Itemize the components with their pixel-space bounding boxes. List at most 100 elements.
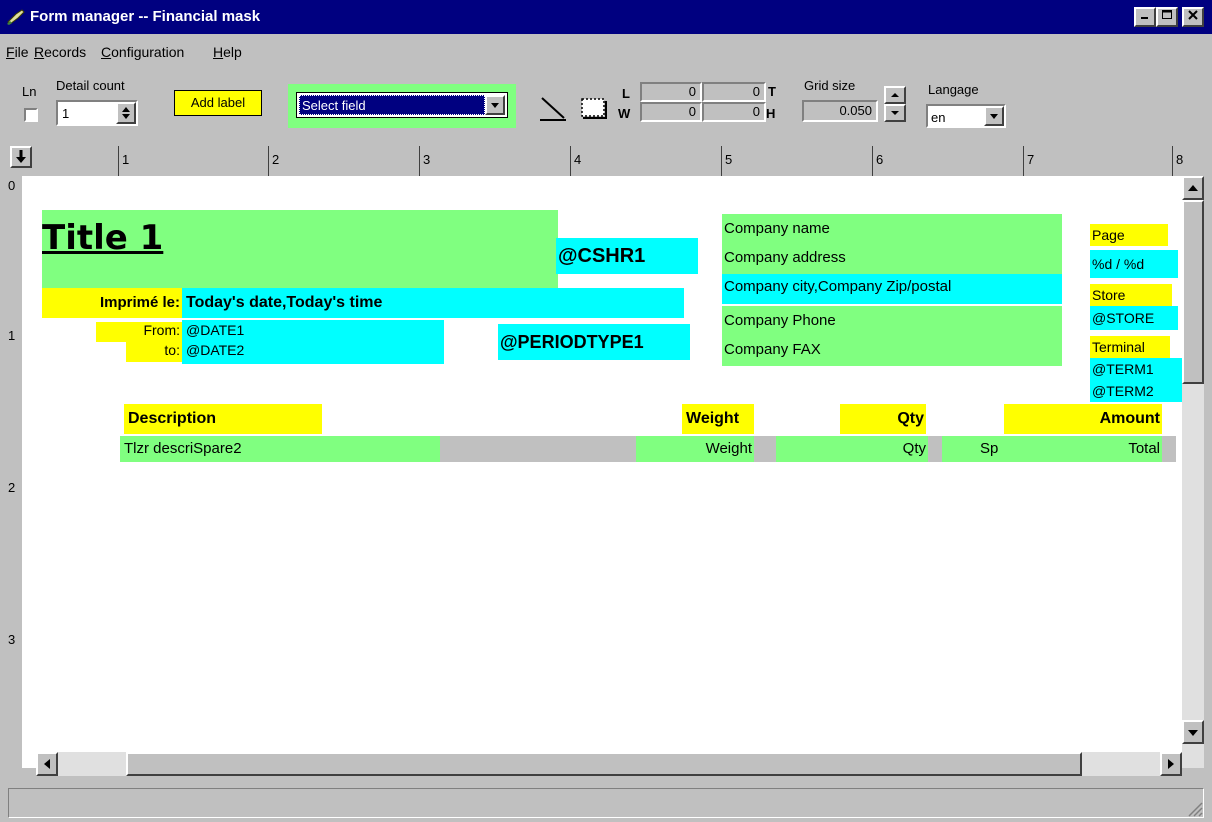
spin-arrows-icon — [122, 107, 130, 119]
to-label[interactable]: to: — [126, 342, 184, 362]
grid-size-down-button[interactable] — [884, 104, 906, 122]
line-tool-button[interactable] — [538, 94, 570, 122]
periodtype-field[interactable]: @PERIODTYPE1 — [498, 324, 690, 360]
ruler-corner-button[interactable] — [10, 146, 32, 168]
store-label[interactable]: Store — [1090, 284, 1172, 306]
printed-value-field[interactable]: Today's date,Today's time — [182, 288, 684, 318]
term1-field[interactable]: @TERM1 — [1090, 358, 1182, 380]
grid-size-up-button[interactable] — [884, 86, 906, 104]
arrow-up-icon — [891, 93, 899, 97]
menu-help[interactable]: Help — [213, 44, 242, 60]
minimize-button[interactable] — [1134, 7, 1156, 27]
menu-file[interactable]: File — [6, 44, 29, 60]
ruler-mark: 1 — [122, 152, 130, 167]
page-label[interactable]: Page — [1090, 224, 1168, 246]
detail-count-label: Detail count — [56, 78, 125, 93]
printed-label[interactable]: Imprimé le: — [42, 288, 184, 318]
ruler-tick — [419, 146, 420, 176]
row-qty-field[interactable]: Qty — [776, 436, 928, 462]
company-name: Company name — [724, 220, 830, 237]
minimize-icon — [1141, 17, 1148, 19]
grid-size-label: Grid size — [804, 78, 856, 93]
h-label: H — [766, 106, 776, 121]
l-label: L — [622, 86, 630, 101]
maximize-button[interactable] — [1156, 7, 1178, 27]
row-weight-field[interactable]: Weight — [636, 436, 754, 462]
select-field-dropdown[interactable]: Select field — [296, 92, 508, 118]
ruler-tick — [570, 146, 571, 176]
select-field-value: Select field — [299, 95, 485, 115]
ruler-tick — [268, 146, 269, 176]
add-label-button-text: Add label — [190, 95, 246, 110]
menu-configuration[interactable]: Configuration — [101, 44, 184, 60]
row-description-field[interactable]: Tlzr descriSpare2 — [120, 436, 440, 462]
add-label-button[interactable]: Add label — [174, 90, 262, 116]
toolbar: Ln Detail count 1 Add label Select field… — [0, 70, 1212, 146]
menu-help-key: H — [213, 44, 224, 60]
page-value-field[interactable]: %d / %d — [1090, 250, 1178, 278]
menu-bar: File Records Configuration Help — [0, 34, 1212, 70]
scroll-up-button[interactable] — [1182, 176, 1204, 200]
language-dropdown[interactable]: en — [926, 104, 1006, 128]
date-fields[interactable]: @DATE1 @DATE2 — [182, 320, 444, 364]
qty-header[interactable]: Qty — [840, 404, 926, 434]
grid-size-field[interactable]: 0.050 — [802, 100, 878, 122]
company-name-address-field[interactable]: Company name Company address — [722, 214, 1062, 276]
title-field[interactable]: Title 1 — [42, 210, 558, 288]
vertical-ruler: 0 1 2 3 — [8, 176, 22, 788]
weight-header[interactable]: Weight — [682, 404, 754, 434]
amount-header[interactable]: Amount — [1004, 404, 1162, 434]
grid-size-value: 0.050 — [839, 103, 872, 118]
close-button[interactable] — [1182, 7, 1204, 27]
detail-count-spin-button[interactable] — [116, 102, 136, 124]
title-text: Title 1 — [42, 218, 164, 258]
terminal-label[interactable]: Terminal — [1090, 336, 1170, 358]
l-field[interactable]: 0 — [640, 82, 702, 102]
scroll-down-button[interactable] — [1182, 720, 1204, 744]
ruler-mark: 5 — [725, 152, 733, 167]
line-tool-icon — [540, 97, 566, 121]
title-bar: Form manager -- Financial mask — [0, 0, 1212, 34]
detail-count-spinner[interactable]: 1 — [56, 100, 138, 126]
menu-file-label: ile — [14, 44, 29, 60]
w-value: 0 — [688, 104, 696, 119]
cshr-field[interactable]: @CSHR1 — [556, 238, 698, 274]
description-header[interactable]: Description — [124, 404, 322, 434]
menu-records-label: ecords — [44, 44, 87, 60]
row-sp-field[interactable]: Sp — [942, 436, 1032, 462]
box-tool-icon — [581, 98, 607, 119]
ruler-mark: 1 — [8, 328, 16, 343]
row-total-field[interactable]: Total — [1030, 436, 1162, 462]
company-city-field[interactable]: Company city,Company Zip/postal — [722, 274, 1062, 304]
ln-checkbox[interactable] — [24, 108, 38, 122]
w-field[interactable]: 0 — [640, 102, 702, 122]
ruler-mark: 3 — [8, 632, 16, 647]
term2-field[interactable]: @TERM2 — [1090, 380, 1182, 402]
ruler-tick — [1023, 146, 1024, 176]
language-dropdown-arrow[interactable] — [984, 106, 1004, 126]
scroll-right-button[interactable] — [1160, 752, 1182, 776]
ruler-tick — [872, 146, 873, 176]
horizontal-scroll-thumb[interactable] — [126, 752, 1082, 776]
window-title: Form manager -- Financial mask — [30, 8, 261, 25]
menu-records-key: R — [34, 44, 45, 60]
arrow-down-icon — [16, 150, 26, 163]
ruler-mark: 2 — [272, 152, 280, 167]
select-field-arrow[interactable] — [485, 95, 505, 115]
h-field[interactable]: 0 — [702, 102, 766, 122]
company-phone-fax-field[interactable]: Company Phone Company FAX — [722, 306, 1062, 366]
chevron-down-icon — [491, 103, 499, 108]
horizontal-scrollbar[interactable] — [36, 752, 1182, 776]
menu-records[interactable]: Records — [34, 44, 86, 60]
ruler-mark: 6 — [876, 152, 884, 167]
t-label: T — [768, 84, 776, 99]
vertical-scroll-thumb[interactable] — [1182, 200, 1204, 384]
store-value-field[interactable]: @STORE — [1090, 306, 1178, 330]
vertical-scrollbar[interactable] — [1182, 176, 1204, 768]
box-tool-button[interactable] — [578, 94, 608, 122]
t-field[interactable]: 0 — [702, 82, 766, 102]
ruler-mark: 7 — [1027, 152, 1035, 167]
form-canvas[interactable]: Title 1 @CSHR1 Imprimé le: Today's date,… — [22, 176, 1182, 768]
from-label[interactable]: From: — [96, 322, 184, 342]
scroll-left-button[interactable] — [36, 752, 58, 776]
